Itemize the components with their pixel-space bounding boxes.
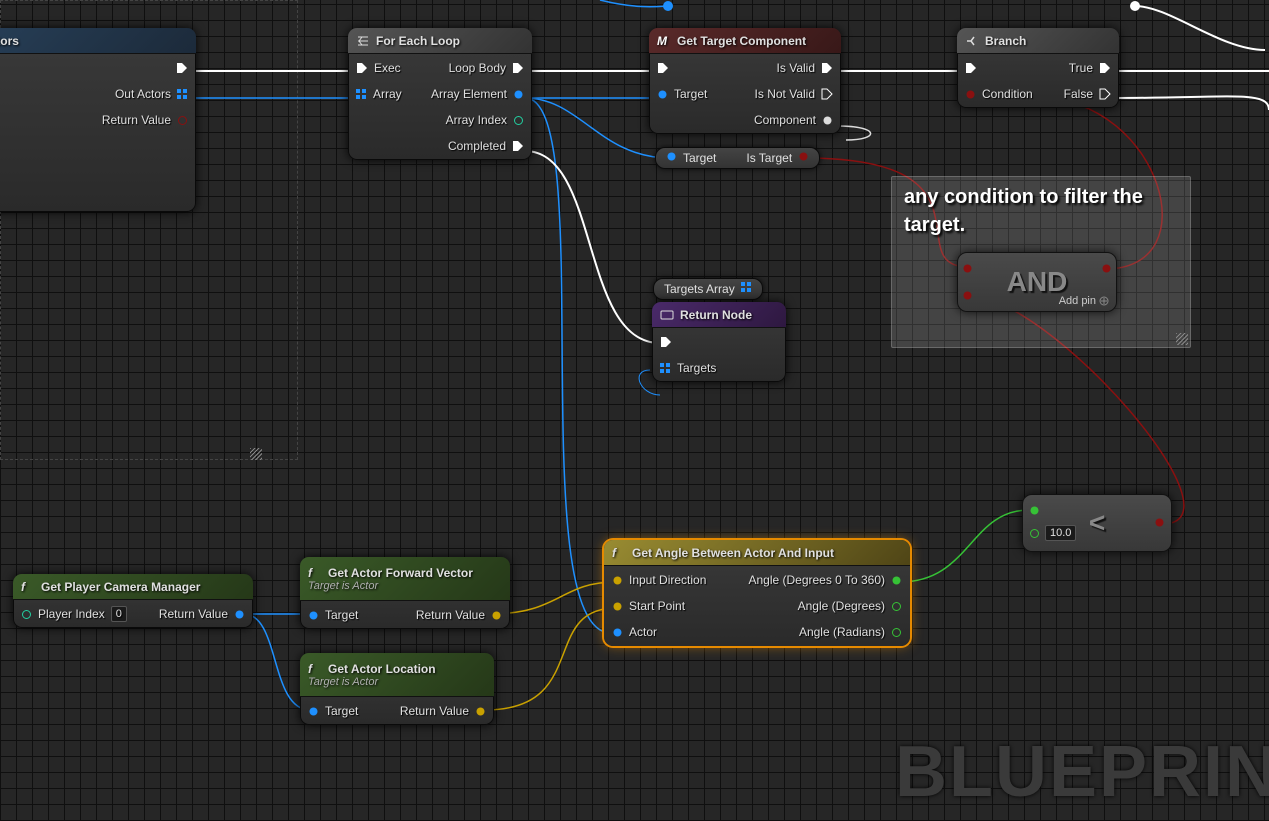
function-f-icon: f (612, 546, 626, 560)
exec-pin[interactable]: Exec (356, 58, 401, 78)
less-than-label: < (1089, 507, 1105, 539)
target-pin[interactable]: Target (657, 84, 707, 104)
is-not-valid-pin[interactable]: Is Not Valid (755, 84, 833, 104)
get-target-component-node[interactable]: M Get Target Component Target Is Valid Is… (649, 28, 841, 134)
array-element-pin[interactable]: Array Element (431, 84, 524, 104)
loop-body-pin[interactable]: Loop Body (449, 58, 524, 78)
less-than-node[interactable]: < 10.0 (1022, 494, 1172, 552)
is-target-label: Is Target (746, 151, 792, 165)
function-f-icon: f (308, 662, 322, 676)
return-value-pin[interactable]: Return Value (159, 604, 245, 624)
exec-out-pin[interactable] (176, 58, 188, 78)
node-title: For Each Loop (376, 34, 460, 48)
targets-pin[interactable]: Targets (660, 358, 716, 378)
sphere-overlap-actors-node[interactable]: ere Overlap Actors ere Pos ere Radius ct… (0, 28, 196, 212)
array-pin[interactable]: Array (356, 84, 402, 104)
add-pin-label[interactable]: Add pin (1059, 295, 1096, 307)
get-player-camera-manager-node[interactable]: f Get Player Camera Manager Player Index0… (13, 574, 253, 628)
node-subtitle: Target is Actor (308, 676, 378, 688)
branch-node[interactable]: Branch Condition True False (957, 28, 1119, 108)
angle-degrees-pin[interactable]: Angle (Degrees) (798, 596, 902, 616)
get-angle-between-actor-and-input-node[interactable]: f Get Angle Between Actor And Input Input… (604, 540, 910, 646)
node-title: Get Player Camera Manager (41, 580, 200, 594)
completed-pin[interactable]: Completed (448, 136, 524, 156)
selection-resize-icon (250, 448, 262, 460)
function-f-icon: f (308, 566, 322, 580)
exec-in-pin[interactable] (657, 58, 669, 78)
player-index-pin[interactable]: Player Index0 (21, 604, 127, 624)
return-node[interactable]: Return Node Targets (652, 302, 786, 382)
array-index-pin[interactable]: Array Index (446, 110, 524, 130)
angle-radians-pin[interactable]: Angle (Radians) (799, 622, 902, 642)
node-title: Get Target Component (677, 34, 806, 48)
return-value-pin[interactable]: Return Value (102, 110, 188, 130)
return-value-pin[interactable]: Return Value (400, 701, 486, 721)
node-title: ere Overlap Actors (0, 34, 19, 48)
node-title: Get Actor Forward Vector (328, 566, 473, 580)
targets-array-label: Targets Array (664, 282, 735, 296)
for-each-loop-node[interactable]: For Each Loop Exec Array Loop Body Array… (348, 28, 532, 160)
actor-pin[interactable]: Actor (612, 622, 657, 642)
return-value-pin[interactable]: Return Value (416, 605, 502, 625)
comment-text: any condition to filter the target. (892, 177, 1190, 245)
macro-icon (356, 34, 370, 48)
is-valid-pin[interactable]: Is Valid (777, 58, 833, 78)
target-label: Target (683, 151, 716, 165)
is-target-variable-chip[interactable]: Target Is Target (655, 147, 820, 169)
out-actors-pin[interactable]: Out Actors (115, 84, 188, 104)
node-title: Get Actor Location (328, 662, 436, 676)
get-actor-location-node[interactable]: f Get Actor LocationTarget is Actor Targe… (300, 653, 494, 725)
start-point-pin[interactable]: Start Point (612, 596, 685, 616)
boolean-and-node[interactable]: AND Add pin (957, 252, 1117, 312)
branch-icon (965, 34, 979, 48)
node-title: Return Node (680, 308, 752, 322)
function-f-icon: f (21, 580, 35, 594)
true-pin[interactable]: True (1069, 58, 1111, 78)
exec-in-pin[interactable] (660, 332, 672, 352)
false-pin[interactable]: False (1064, 84, 1111, 104)
less-than-value[interactable]: 10.0 (1045, 525, 1076, 541)
player-index-value[interactable]: 0 (111, 606, 127, 622)
condition-pin[interactable]: Condition (965, 84, 1033, 104)
angle-degrees-360-pin[interactable]: Angle (Degrees 0 To 360) (748, 570, 902, 590)
get-actor-forward-vector-node[interactable]: f Get Actor Forward VectorTarget is Actor… (300, 557, 510, 629)
return-icon (660, 308, 674, 322)
exec-in-pin[interactable] (965, 58, 977, 78)
node-subtitle: Target is Actor (308, 580, 378, 592)
macro-m-icon: M (657, 34, 671, 48)
node-title: Get Angle Between Actor And Input (632, 546, 834, 560)
targets-array-variable-chip[interactable]: Targets Array (653, 278, 763, 300)
blueprint-watermark: BLUEPRIN (895, 731, 1269, 813)
target-pin[interactable]: Target (308, 701, 358, 721)
resize-handle-icon[interactable] (1176, 333, 1188, 345)
target-pin[interactable]: Target (308, 605, 358, 625)
component-pin[interactable]: Component (754, 110, 833, 130)
input-direction-pin[interactable]: Input Direction (612, 570, 706, 590)
node-title: Branch (985, 34, 1026, 48)
and-label: AND (1007, 266, 1068, 298)
